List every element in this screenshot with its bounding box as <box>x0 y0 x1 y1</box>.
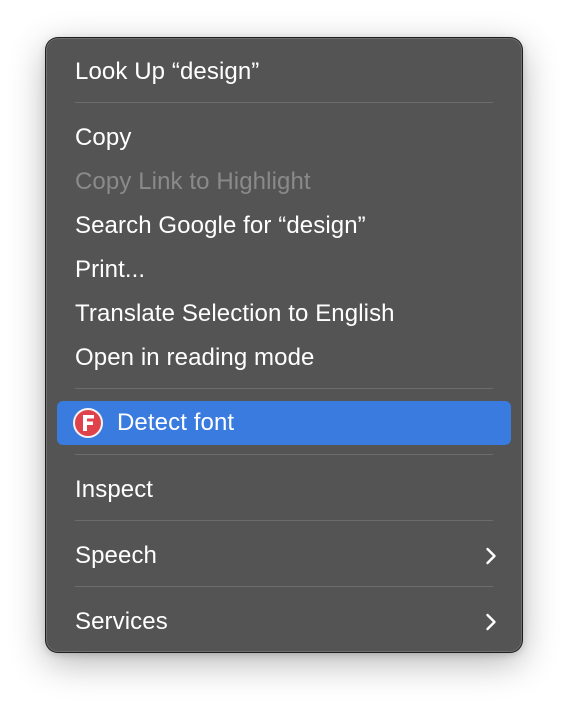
menu-item-look-up-label: Look Up “design” <box>75 58 260 85</box>
font-detector-icon <box>73 408 103 438</box>
menu-item-translate[interactable]: Translate Selection to English <box>57 292 511 336</box>
menu-item-inspect[interactable]: Inspect <box>57 468 511 512</box>
menu-separator <box>75 520 493 521</box>
menu-item-print[interactable]: Print... <box>57 248 511 292</box>
menu-separator <box>75 388 493 389</box>
menu-item-services[interactable]: Services <box>57 600 511 644</box>
menu-item-speech-label: Speech <box>75 542 157 569</box>
chevron-right-icon <box>485 547 497 565</box>
menu-item-detect-font-label: Detect font <box>117 409 235 436</box>
menu-item-inspect-label: Inspect <box>75 476 154 503</box>
menu-item-reading-mode-label: Open in reading mode <box>75 344 315 371</box>
menu-item-search-google[interactable]: Search Google for “design” <box>57 204 511 248</box>
menu-separator <box>75 102 493 103</box>
menu-item-copy[interactable]: Copy <box>57 116 511 160</box>
menu-separator <box>75 454 493 455</box>
menu-item-look-up[interactable]: Look Up “design” <box>57 50 511 94</box>
menu-item-translate-label: Translate Selection to English <box>75 300 395 327</box>
menu-item-reading-mode[interactable]: Open in reading mode <box>57 336 511 380</box>
menu-separator <box>75 586 493 587</box>
menu-item-copy-link-to-highlight-label: Copy Link to Highlight <box>75 168 311 195</box>
menu-item-detect-font[interactable]: Detect font <box>57 401 511 445</box>
menu-item-services-label: Services <box>75 608 168 635</box>
menu-item-print-label: Print... <box>75 256 146 283</box>
context-menu: Look Up “design” Copy Copy Link to Highl… <box>46 38 522 652</box>
menu-item-copy-link-to-highlight: Copy Link to Highlight <box>57 160 511 204</box>
menu-item-search-google-label: Search Google for “design” <box>75 212 366 239</box>
menu-item-copy-label: Copy <box>75 124 132 151</box>
chevron-right-icon <box>485 613 497 631</box>
menu-item-speech[interactable]: Speech <box>57 534 511 578</box>
